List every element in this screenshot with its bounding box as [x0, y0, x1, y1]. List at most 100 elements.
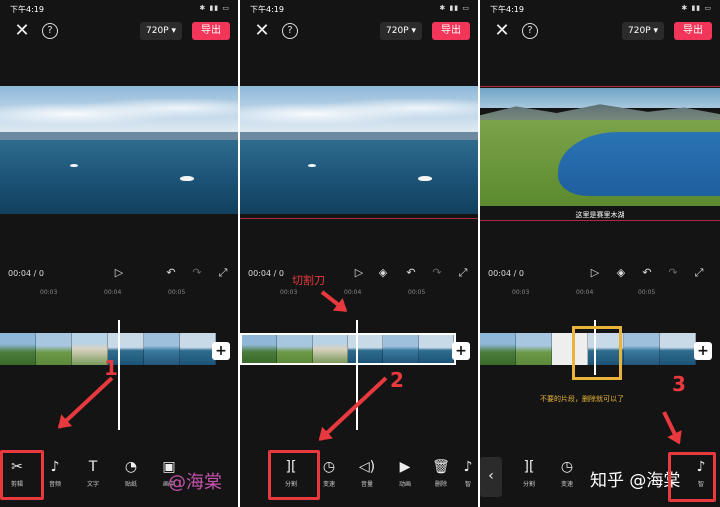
swan-image — [70, 164, 78, 167]
status-time: 下午4:19 — [490, 5, 524, 14]
selection-line — [480, 86, 720, 87]
undo-icon[interactable]: ↶ — [404, 266, 418, 280]
swan-image — [418, 176, 432, 181]
status-time: 下午4:19 — [250, 5, 284, 14]
step-number: 2 — [390, 368, 404, 392]
ruler-tick: 00:04 — [344, 289, 362, 296]
playback-time: 00:04 / 0 — [8, 269, 44, 278]
redo-icon[interactable]: ↷ — [666, 266, 680, 280]
close-icon[interactable]: ✕ — [492, 21, 512, 41]
trash-icon: 🗑 — [432, 459, 450, 475]
arrow-annotation — [662, 411, 681, 444]
top-bar: ✕ ? 720P ▾ 导出 — [0, 20, 238, 46]
tool-label: 贴纸 — [124, 481, 137, 488]
keyframe-icon[interactable]: ◈ — [376, 266, 390, 280]
speed-icon: ◷ — [560, 459, 574, 475]
split-icon: ][ — [523, 459, 535, 475]
selection-line — [480, 220, 720, 221]
status-bar: 下午4:19 ✱ ▮▮ ▭ — [10, 4, 230, 18]
tool-label: 删除 — [434, 481, 447, 488]
fullscreen-icon[interactable]: ⤢ — [216, 266, 230, 280]
video-subtitle: 这里是赛里木湖 — [575, 211, 625, 219]
export-button[interactable]: 导出 — [432, 22, 470, 40]
tool-split[interactable]: ][分割 — [514, 457, 544, 497]
playback-controls: 00:04 / 0 ▷ ◈ ↶ ↷ ⤢ — [480, 266, 720, 282]
status-icons: ✱ ▮▮ ▭ — [199, 4, 230, 12]
play-icon[interactable]: ▷ — [588, 266, 602, 280]
ruler-tick: 00:05 — [168, 289, 186, 296]
add-clip-button[interactable]: + — [452, 342, 470, 360]
editor-panel-1: 下午4:19 ✱ ▮▮ ▭ ✕ ? 720P ▾ 导出 00:04 / 0 ▷ … — [0, 0, 238, 507]
export-button[interactable]: 导出 — [674, 22, 712, 40]
help-icon[interactable]: ? — [42, 23, 58, 39]
tool-label: 变速 — [560, 481, 573, 488]
ruler-tick: 00:04 — [104, 289, 122, 296]
smart-icon: ♪ — [463, 459, 473, 475]
fullscreen-icon[interactable]: ⤢ — [692, 266, 706, 280]
tool-sticker[interactable]: ◔ 贴纸 — [116, 457, 146, 497]
editor-panel-2: 下午4:19 ✱ ▮▮ ▭ ✕ ? 720P ▾ 导出 00:04 / 0 ▷ … — [240, 0, 478, 507]
tool-label: 文字 — [86, 481, 99, 488]
playhead[interactable] — [356, 320, 358, 430]
tool-text[interactable]: T 文字 — [78, 457, 108, 497]
keyframe-icon[interactable]: ◈ — [614, 266, 628, 280]
highlight-box — [0, 450, 44, 500]
resolution-select[interactable]: 720P ▾ — [140, 22, 182, 40]
ruler-tick: 00:05 — [408, 289, 426, 296]
help-icon[interactable]: ? — [282, 23, 298, 39]
tool-smart[interactable]: ♪ 智 — [460, 457, 476, 497]
ruler-tick: 00:03 — [512, 289, 530, 296]
ruler-tick: 00:04 — [576, 289, 594, 296]
step-number: 1 — [104, 356, 118, 380]
video-preview — [480, 88, 720, 206]
close-icon[interactable]: ✕ — [252, 21, 272, 41]
back-button[interactable]: ‹ — [480, 457, 502, 497]
help-icon[interactable]: ? — [522, 23, 538, 39]
redo-icon[interactable]: ↷ — [430, 266, 444, 280]
status-bar: 下午4:19 ✱ ▮▮ ▭ — [490, 4, 712, 18]
top-bar: ✕ ? 720P ▾ 导出 — [240, 20, 478, 46]
undo-icon[interactable]: ↶ — [640, 266, 654, 280]
add-clip-button[interactable]: + — [694, 342, 712, 360]
playback-time: 00:04 / 0 — [488, 269, 524, 278]
status-bar: 下午4:19 ✱ ▮▮ ▭ — [250, 4, 470, 18]
ruler-tick: 00:05 — [638, 289, 656, 296]
tool-audio[interactable]: ♪ 音频 — [40, 457, 70, 497]
volume-icon: ◁) — [358, 459, 376, 475]
tool-label: 音量 — [360, 481, 373, 488]
playhead[interactable] — [118, 320, 120, 430]
close-icon[interactable]: ✕ — [12, 21, 32, 41]
video-preview — [0, 86, 238, 214]
fullscreen-icon[interactable]: ⤢ — [456, 266, 470, 280]
tool-delete[interactable]: 🗑 删除 — [426, 457, 456, 497]
tool-speed[interactable]: ◷ 变速 — [552, 457, 582, 497]
resolution-select[interactable]: 720P ▾ — [380, 22, 422, 40]
cutter-label: 切割刀 — [292, 274, 325, 287]
video-track-selected[interactable] — [240, 333, 456, 365]
add-clip-button[interactable]: + — [212, 342, 230, 360]
video-preview — [240, 86, 478, 214]
tool-volume[interactable]: ◁) 音量 — [352, 457, 382, 497]
tool-animation[interactable]: ▶ 动画 — [390, 457, 420, 497]
status-time: 下午4:19 — [10, 5, 44, 14]
highlight-box — [268, 450, 320, 500]
editor-panel-3: 下午4:19 ✱ ▮▮ ▭ ✕ ? 720P ▾ 导出 这里是赛里木湖 00:0… — [480, 0, 720, 507]
play-icon[interactable]: ▷ — [112, 266, 126, 280]
undo-icon[interactable]: ↶ — [164, 266, 178, 280]
redo-icon[interactable]: ↷ — [190, 266, 204, 280]
text-icon: T — [88, 459, 98, 475]
step-number: 3 — [672, 372, 686, 396]
ruler-tick: 00:03 — [40, 289, 58, 296]
unwanted-segment-box — [572, 326, 622, 380]
timeline-ruler: 00:03 00:04 00:05 — [240, 288, 478, 298]
export-button[interactable]: 导出 — [192, 22, 230, 40]
arrow-annotation — [57, 376, 114, 429]
ruler-tick: 00:03 — [280, 289, 298, 296]
watermark: @海棠 — [168, 472, 222, 493]
playback-controls: 00:04 / 0 ▷ ◈ ↶ ↷ ⤢ — [240, 266, 478, 282]
tool-label: 动画 — [398, 481, 411, 488]
resolution-select[interactable]: 720P ▾ — [622, 22, 664, 40]
playback-time: 00:04 / 0 — [248, 269, 284, 278]
tool-label: 智 — [464, 481, 471, 488]
play-icon[interactable]: ▷ — [352, 266, 366, 280]
